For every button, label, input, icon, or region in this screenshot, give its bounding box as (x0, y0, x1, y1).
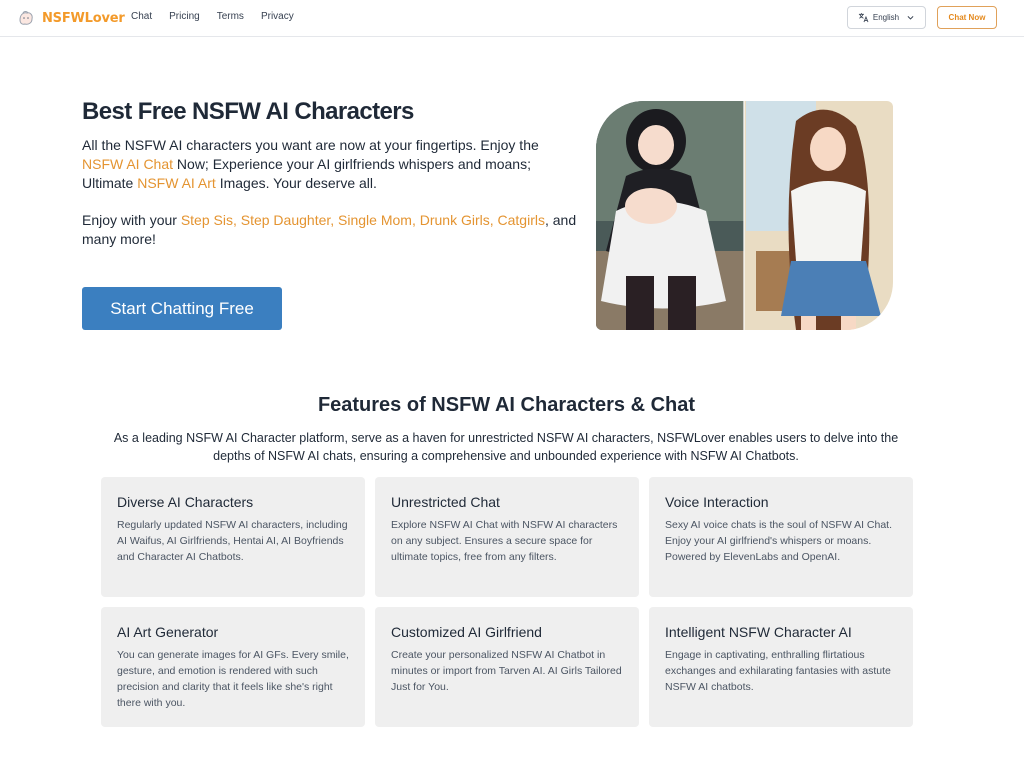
feature-card-unrestricted-chat: Unrestricted Chat Explore NSFW AI Chat w… (375, 477, 639, 597)
feature-card-diverse-characters: Diverse AI Characters Regularly updated … (101, 477, 365, 597)
nsfw-ai-art-link[interactable]: NSFW AI Art (137, 175, 216, 191)
feature-card-text: Regularly updated NSFW AI characters, in… (117, 519, 348, 563)
feature-card-text: You can generate images for AI GFs. Ever… (117, 649, 349, 709)
hero-title: Best Free NSFW AI Characters (82, 98, 414, 125)
feature-card-title: Diverse AI Characters (117, 494, 254, 510)
feature-card-title: AI Art Generator (117, 624, 219, 640)
logo-icon (19, 11, 33, 25)
feature-card-text: Sexy AI voice chats is the soul of NSFW … (665, 519, 893, 563)
site-header: NSFWLover Chat Pricing Terms Privacy Eng… (0, 0, 1024, 37)
hero-image (596, 101, 893, 330)
hero-illustration (596, 101, 893, 330)
logo[interactable]: NSFWLover (16, 8, 125, 28)
hero-paragraph-1: All the NSFW AI characters you want are … (82, 136, 582, 193)
language-label: English (872, 13, 900, 22)
nav-pricing[interactable]: Pricing (169, 11, 200, 22)
translate-icon (858, 13, 869, 23)
start-chatting-button[interactable]: Start Chatting Free (82, 287, 282, 330)
feature-card-intelligent-character: Intelligent NSFW Character AI Engage in … (649, 607, 913, 727)
nav-terms[interactable]: Terms (217, 11, 244, 22)
feature-card-text: Explore NSFW AI Chat with NSFW AI charac… (391, 519, 618, 563)
feature-card-text: Engage in captivating, enthralling flirt… (665, 649, 891, 693)
feature-card-text: Create your personalized NSFW AI Chatbot… (391, 649, 622, 693)
feature-card-voice-interaction: Voice Interaction Sexy AI voice chats is… (649, 477, 913, 597)
chat-now-button[interactable]: Chat Now (937, 6, 997, 29)
features-description: As a leading NSFW AI Character platform,… (113, 431, 899, 463)
features-title: Features of NSFW AI Characters & Chat (317, 394, 696, 416)
nsfw-ai-chat-link[interactable]: NSFW AI Chat (82, 156, 173, 172)
character-categories-links[interactable]: Step Sis, Step Daughter, Single Mom, Dru… (181, 212, 545, 228)
main-nav: Chat Pricing Terms Privacy (131, 11, 311, 22)
nav-chat[interactable]: Chat (131, 11, 152, 22)
feature-card-art-generator: AI Art Generator You can generate images… (101, 607, 365, 727)
hero-text: All the NSFW AI characters you want are … (82, 137, 539, 153)
chevron-down-icon (907, 16, 914, 20)
feature-card-title: Voice Interaction (665, 494, 769, 510)
logo-text: NSFWLover (42, 10, 125, 26)
feature-card-title: Customized AI Girlfriend (391, 624, 542, 640)
feature-card-title: Unrestricted Chat (391, 494, 500, 510)
hero-paragraph-2: Enjoy with your Step Sis, Step Daughter,… (82, 211, 587, 249)
feature-card-title: Intelligent NSFW Character AI (665, 624, 852, 640)
hero-text: Images. Your deserve all. (215, 175, 377, 191)
nav-privacy[interactable]: Privacy (261, 11, 294, 22)
hero-text: Enjoy with your (82, 212, 181, 228)
feature-card-customized-girlfriend: Customized AI Girlfriend Create your per… (375, 607, 639, 727)
language-selector[interactable]: English (847, 6, 926, 29)
